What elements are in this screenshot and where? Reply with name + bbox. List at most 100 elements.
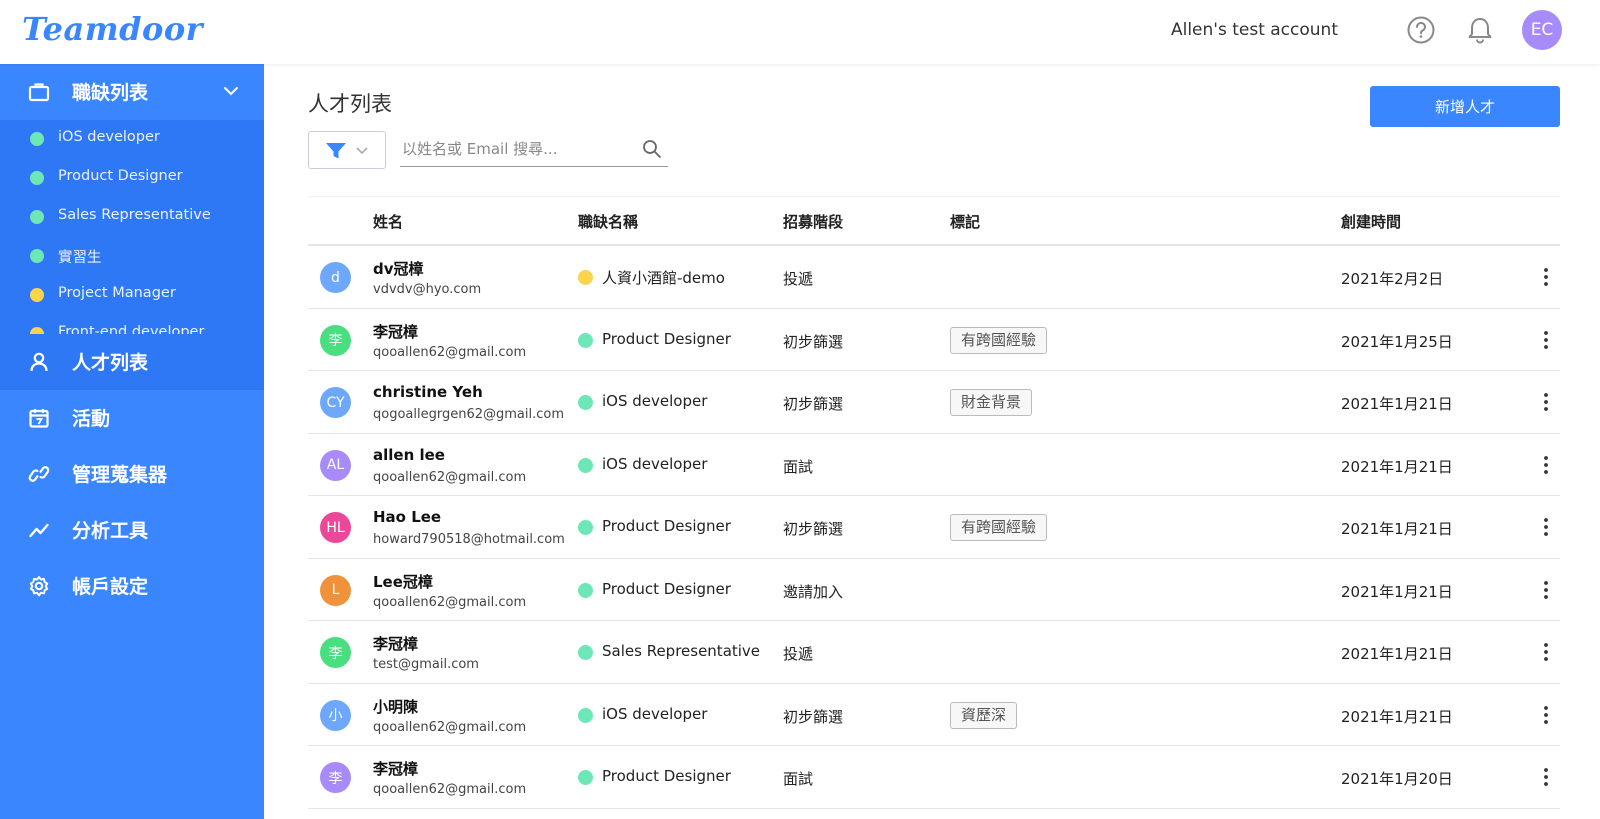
sidebar-job-item[interactable]: Front-end developer bbox=[0, 315, 264, 334]
candidate-email: qooallen62@gmail.com bbox=[373, 469, 527, 485]
job-status-dot bbox=[578, 770, 593, 785]
sidebar-item-events[interactable]: 活動 bbox=[0, 390, 264, 446]
candidate-avatar: 小 bbox=[320, 699, 351, 731]
sidebar-job-item[interactable]: Sales Representative bbox=[0, 198, 264, 237]
job-status-dot bbox=[30, 171, 44, 185]
job-name: Product Designer bbox=[602, 767, 731, 785]
sidebar-job-label: 實習生 bbox=[58, 250, 102, 266]
column-header-stage[interactable]: 招募階段 bbox=[783, 211, 843, 232]
table-row[interactable]: L Lee冠樟 qooallen62@gmail.com Product Design… bbox=[308, 559, 1560, 621]
table-row[interactable]: HL Hao Lee howard790518@hotmail.com Product… bbox=[308, 496, 1560, 559]
column-header-name[interactable]: 姓名 bbox=[373, 211, 403, 232]
more-options-icon[interactable] bbox=[1540, 704, 1552, 726]
sidebar-item-label: 人才列表 bbox=[72, 352, 149, 374]
account-name[interactable]: Allen's test account bbox=[1171, 20, 1338, 40]
recruit-stage: 初步篩選 bbox=[783, 332, 844, 351]
column-header-job[interactable]: 職缺名稱 bbox=[578, 211, 638, 232]
sidebar-job-label: Sales Representative bbox=[58, 207, 211, 223]
sidebar-job-item[interactable]: Product Designer bbox=[0, 159, 264, 198]
table-header: 姓名 職缺名稱 招募階段 標記 創建時間 bbox=[308, 196, 1560, 246]
created-date: 2021年1月21日 bbox=[1341, 582, 1453, 601]
sidebar-item-analytics[interactable]: 分析工具 bbox=[0, 502, 264, 558]
search-icon[interactable] bbox=[642, 139, 662, 159]
more-options-icon[interactable] bbox=[1540, 579, 1552, 601]
gear-icon bbox=[29, 576, 49, 597]
job-status-dot bbox=[30, 288, 44, 302]
candidate-name[interactable]: 李冠樟 bbox=[373, 321, 418, 342]
sidebar-job-item[interactable]: iOS developer bbox=[0, 120, 264, 159]
job-status-dot bbox=[578, 645, 593, 660]
job-status-dot bbox=[578, 395, 593, 410]
table-row[interactable]: 李 李冠樟 test@gmail.com Sales Representative 投遞… bbox=[308, 621, 1560, 684]
search-input[interactable] bbox=[402, 137, 632, 161]
table-row[interactable]: d dv冠樟 vdvdv@hyo.com 人資小酒館-demo 投遞 2021年2月2日 bbox=[308, 246, 1560, 309]
candidate-name[interactable]: allen lee bbox=[373, 446, 445, 464]
recruit-stage: 面試 bbox=[783, 770, 814, 788]
chevron-down-icon bbox=[356, 147, 368, 155]
job-name: iOS developer bbox=[602, 704, 708, 723]
bell-icon[interactable] bbox=[1465, 15, 1495, 45]
app-logo[interactable]: Teamdoor bbox=[22, 10, 203, 48]
candidate-name[interactable]: 小明陳 bbox=[373, 696, 418, 717]
table-row[interactable]: 小 小明陳 qooallen62@gmail.com iOS developer 初步篩… bbox=[308, 684, 1560, 746]
created-date: 2021年2月2日 bbox=[1341, 270, 1444, 288]
sidebar-item-label: 職缺列表 bbox=[72, 82, 149, 104]
candidate-avatar: 李 bbox=[320, 637, 351, 668]
candidate-name[interactable]: Lee冠樟 bbox=[373, 571, 433, 592]
sidebar-item-label: 分析工具 bbox=[72, 520, 149, 542]
job-status-dot bbox=[30, 132, 44, 146]
job-status-dot bbox=[578, 707, 593, 723]
filter-icon bbox=[326, 143, 346, 159]
job-status-dot bbox=[30, 327, 44, 334]
add-talent-button[interactable]: 新增人才 bbox=[1370, 86, 1560, 127]
recruit-stage: 初步篩選 bbox=[783, 707, 844, 726]
created-date: 2021年1月20日 bbox=[1341, 770, 1453, 788]
table-row[interactable]: CY christine Yeh qogoallegrgen62@gmail.com… bbox=[308, 371, 1560, 434]
candidate-avatar: 李 bbox=[320, 324, 351, 356]
sidebar-item-label: 活動 bbox=[72, 408, 111, 430]
recruit-stage: 投遞 bbox=[783, 270, 814, 288]
more-options-icon[interactable] bbox=[1540, 641, 1552, 663]
candidate-email: qooallen62@gmail.com bbox=[373, 594, 527, 610]
recruit-stage: 初步篩選 bbox=[783, 520, 844, 538]
chevron-down-icon[interactable] bbox=[222, 82, 240, 100]
sidebar-job-label: Product Designer bbox=[58, 168, 183, 184]
sidebar-job-item[interactable]: Project Manager bbox=[0, 276, 264, 315]
sidebar: 職缺列表 iOS developer Product Designer Sale… bbox=[0, 64, 264, 819]
candidate-avatar: CY bbox=[320, 387, 351, 418]
candidate-avatar: L bbox=[320, 574, 351, 606]
sidebar-item-talent[interactable]: 人才列表 bbox=[0, 334, 264, 390]
user-avatar[interactable]: EC bbox=[1522, 10, 1562, 50]
more-options-icon[interactable] bbox=[1540, 266, 1552, 288]
more-options-icon[interactable] bbox=[1540, 516, 1552, 538]
table-row[interactable]: 李 李冠樟 qooallen62@gmail.com Product Designer… bbox=[308, 746, 1560, 809]
sidebar-item-label: 帳戶設定 bbox=[72, 576, 149, 598]
job-status-dot bbox=[578, 520, 593, 535]
candidate-name[interactable]: christine Yeh bbox=[373, 383, 483, 401]
more-options-icon[interactable] bbox=[1540, 454, 1552, 476]
more-options-icon[interactable] bbox=[1540, 391, 1552, 413]
column-header-tags[interactable]: 標記 bbox=[950, 211, 980, 232]
candidate-name[interactable]: 李冠樟 bbox=[373, 633, 418, 654]
help-icon[interactable] bbox=[1406, 15, 1436, 45]
candidate-name[interactable]: dv冠樟 bbox=[373, 258, 424, 279]
candidate-name[interactable]: 李冠樟 bbox=[373, 758, 418, 779]
chart-line-icon bbox=[29, 523, 49, 538]
created-date: 2021年1月21日 bbox=[1341, 707, 1453, 726]
candidate-avatar: AL bbox=[320, 449, 351, 481]
sidebar-job-label: Front-end developer bbox=[58, 324, 205, 334]
filter-button[interactable] bbox=[308, 131, 386, 169]
table-row[interactable]: 李 李冠樟 qooallen62@gmail.com Product Designer… bbox=[308, 309, 1560, 371]
more-options-icon[interactable] bbox=[1540, 766, 1552, 788]
sidebar-job-item[interactable]: 實習生 bbox=[0, 237, 264, 276]
more-options-icon[interactable] bbox=[1540, 329, 1552, 351]
table-row[interactable]: AL allen lee qooallen62@gmail.com iOS devel… bbox=[308, 434, 1560, 496]
job-status-dot bbox=[578, 270, 593, 285]
candidate-name[interactable]: Hao Lee bbox=[373, 508, 441, 526]
sidebar-jobs-list[interactable]: iOS developer Product Designer Sales Rep… bbox=[0, 120, 264, 334]
sidebar-item-jobs[interactable]: 職缺列表 bbox=[0, 64, 264, 120]
column-header-created[interactable]: 創建時間 bbox=[1341, 211, 1401, 232]
created-date: 2021年1月25日 bbox=[1341, 332, 1453, 351]
sidebar-item-collectors[interactable]: 管理蒐集器 bbox=[0, 446, 264, 502]
sidebar-item-settings[interactable]: 帳戶設定 bbox=[0, 558, 264, 614]
